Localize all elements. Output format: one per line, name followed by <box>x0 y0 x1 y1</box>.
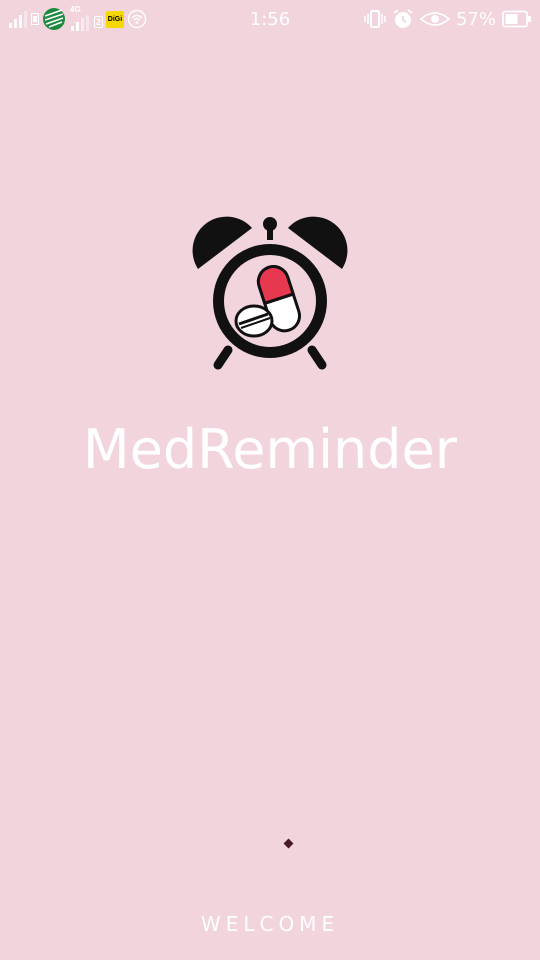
status-right: 57% <box>364 6 532 32</box>
loading-indicator <box>283 838 294 849</box>
battery-icon <box>502 10 531 28</box>
vibrate-icon <box>364 10 386 28</box>
alarm-icon <box>393 9 413 28</box>
alarm-clock-pill-icon <box>192 216 348 370</box>
battery-percent: 57% <box>455 8 496 30</box>
eye-icon <box>419 12 450 26</box>
welcome-label: WELCOME <box>200 912 340 936</box>
status-bar: 4G 2 DiGi 1:56 57% <box>0 0 540 38</box>
app-title: MedReminder <box>83 418 457 481</box>
